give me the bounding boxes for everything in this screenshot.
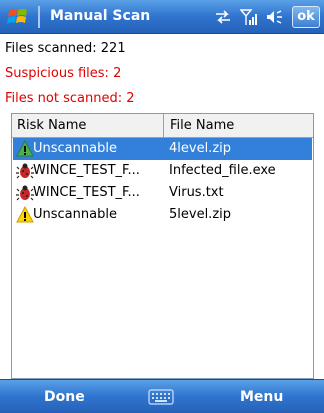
risk-name-cell: WINCE_TEST_F...: [33, 185, 140, 200]
done-button[interactable]: Done: [44, 389, 85, 405]
title-bar: Manual Scan ok: [0, 0, 324, 34]
virus-bug-icon: [16, 185, 34, 201]
connectivity-icon[interactable]: [214, 8, 232, 26]
ok-button[interactable]: ok: [292, 6, 320, 28]
table-row[interactable]: WINCE_TEST_F... Virus.txt: [13, 182, 312, 204]
risk-name-cell: Unscannable: [33, 207, 117, 222]
menu-button[interactable]: Menu: [240, 389, 283, 405]
file-name-cell: Infected_file.exe: [169, 163, 276, 178]
files-not-scanned-label: Files not scanned: 2: [5, 91, 135, 106]
warning-icon: [16, 140, 34, 157]
column-header-file-name[interactable]: File Name: [170, 118, 234, 133]
signal-strength-icon[interactable]: [240, 8, 258, 26]
status-icons: [214, 8, 284, 26]
file-name-cell: 4level.zip: [169, 141, 232, 156]
column-divider[interactable]: [163, 114, 164, 137]
file-name-cell: Virus.txt: [169, 185, 224, 200]
warning-icon: [16, 206, 34, 223]
window-title: Manual Scan: [50, 8, 151, 24]
softkey-bar: Done Menu: [0, 379, 324, 413]
suspicious-files-label: Suspicious files: 2: [5, 66, 122, 81]
keyboard-icon[interactable]: [148, 389, 174, 405]
windows-start-icon[interactable]: [6, 5, 32, 29]
file-name-cell: 5level.zip: [169, 207, 232, 222]
volume-icon[interactable]: [266, 8, 284, 26]
title-divider: [38, 6, 40, 28]
scan-results-list[interactable]: Risk Name File Name Unscannable 4level.z…: [11, 113, 314, 379]
table-row[interactable]: Unscannable 4level.zip: [13, 138, 312, 160]
table-row[interactable]: Unscannable 5level.zip: [13, 204, 312, 226]
column-header-risk-name[interactable]: Risk Name: [17, 118, 86, 133]
risk-name-cell: WINCE_TEST_F...: [33, 163, 140, 178]
risk-name-cell: Unscannable: [33, 141, 117, 156]
virus-bug-icon: [16, 163, 34, 179]
table-row[interactable]: WINCE_TEST_F... Infected_file.exe: [13, 160, 312, 182]
files-scanned-label: Files scanned: 221: [5, 41, 126, 56]
list-header: Risk Name File Name: [12, 114, 313, 138]
